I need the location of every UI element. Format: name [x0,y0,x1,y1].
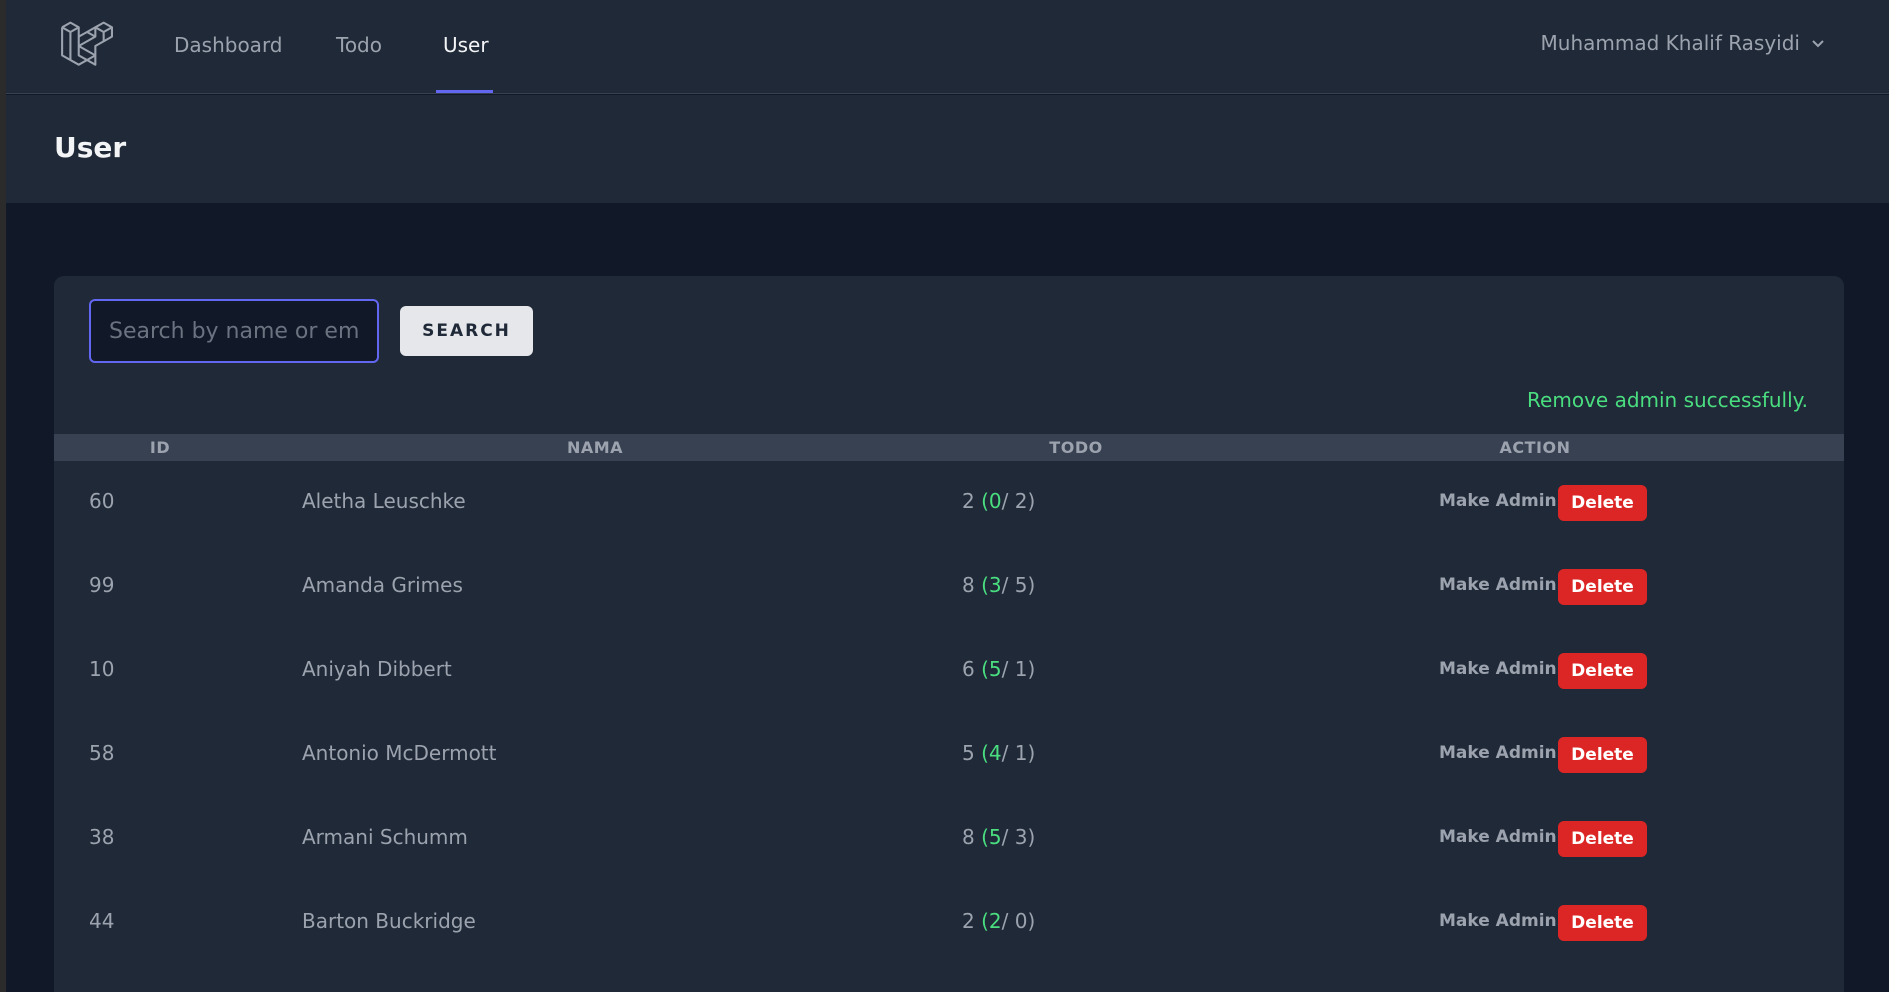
todo-pending: 0 [1014,909,1028,933]
todo-total: 5 [962,741,975,765]
todo-summary: 8 (3/ 5) [962,573,1036,597]
user-name-cell: Antonio McDermott [302,741,497,765]
table-row: 58 Antonio McDermott 5 (4/ 1) Make Admin Del… [54,713,1844,797]
todo-done: (3 [981,573,1002,597]
user-name-cell: Barton Buckridge [302,909,476,933]
todo-pending: 1 [1014,741,1028,765]
column-header-id: ID [149,438,171,457]
nav-link-todo[interactable]: Todo [336,33,382,57]
user-id: 58 [89,741,115,765]
search-button[interactable]: SEARCH [400,306,533,356]
laravel-logo-icon[interactable] [57,19,115,73]
todo-summary: 5 (4/ 1) [962,741,1036,765]
user-name: Muhammad Khalif Rasyidi [1540,31,1800,55]
table-row: 44 Barton Buckridge 2 (2/ 0) Make Admin Dele… [54,881,1844,965]
nav-link-dashboard[interactable]: Dashboard [174,33,283,57]
todo-summary: 2 (2/ 0) [962,909,1036,933]
delete-button[interactable]: Delete [1558,653,1647,689]
todo-done: (2 [981,909,1002,933]
user-id: 60 [89,489,115,513]
todo-total: 8 [962,825,975,849]
nav-link-user[interactable]: User [443,33,489,57]
todo-pending: 3 [1014,825,1028,849]
user-table-card: SEARCH Remove admin successfully. ID NAM… [54,276,1844,992]
make-admin-button[interactable]: Make Admin [1439,911,1557,931]
delete-button[interactable]: Delete [1558,485,1647,521]
todo-summary: 8 (5/ 3) [962,825,1036,849]
todo-done: (5 [981,657,1002,681]
user-id: 10 [89,657,115,681]
make-admin-button[interactable]: Make Admin [1439,575,1557,595]
todo-total: 6 [962,657,975,681]
make-admin-button[interactable]: Make Admin [1439,827,1557,847]
user-id: 99 [89,573,115,597]
todo-done: (4 [981,741,1002,765]
user-name-cell: Armani Schumm [302,825,468,849]
chevron-down-icon [1812,40,1824,48]
todo-done: (5 [981,825,1002,849]
make-admin-button[interactable]: Make Admin [1439,491,1557,511]
todo-pending: 5 [1014,573,1028,597]
todo-summary: 2 (0/ 2) [962,489,1036,513]
table-row: 10 Aniyah Dibbert 6 (5/ 1) Make Admin Delete [54,629,1844,713]
todo-summary: 6 (5/ 1) [962,657,1036,681]
table-row: 38 Armani Schumm 8 (5/ 3) Make Admin Delete [54,797,1844,881]
page-header: User [6,95,1889,203]
page-title: User [54,131,127,164]
table-header: ID NAMA TODO ACTION [54,434,1844,461]
user-id: 44 [89,909,115,933]
search-input[interactable] [89,299,379,363]
delete-button[interactable]: Delete [1558,821,1647,857]
column-header-todo: TODO [1049,438,1103,457]
delete-button[interactable]: Delete [1558,905,1647,941]
delete-button[interactable]: Delete [1558,737,1647,773]
todo-total: 8 [962,573,975,597]
user-name-cell: Aniyah Dibbert [302,657,452,681]
todo-pending: 1 [1014,657,1028,681]
column-header-action: ACTION [1499,438,1571,457]
todo-total: 2 [962,909,975,933]
make-admin-button[interactable]: Make Admin [1439,659,1557,679]
user-id: 38 [89,825,115,849]
flash-message: Remove admin successfully. [1527,388,1808,412]
todo-pending: 2 [1014,489,1028,513]
delete-button[interactable]: Delete [1558,569,1647,605]
table-row: 99 Amanda Grimes 8 (3/ 5) Make Admin Delete [54,545,1844,629]
user-name-cell: Amanda Grimes [302,573,463,597]
active-nav-indicator [436,90,493,93]
todo-total: 2 [962,489,975,513]
column-header-nama: NAMA [566,438,624,457]
user-dropdown[interactable]: Muhammad Khalif Rasyidi [1541,31,1826,55]
user-name-cell: Aletha Leuschke [302,489,466,513]
table-row: 60 Aletha Leuschke 2 (0/ 2) Make Admin Delet… [54,461,1844,545]
top-navigation: Dashboard Todo User Muhammad Khalif Rasy… [6,0,1889,94]
todo-done: (0 [981,489,1002,513]
make-admin-button[interactable]: Make Admin [1439,743,1557,763]
